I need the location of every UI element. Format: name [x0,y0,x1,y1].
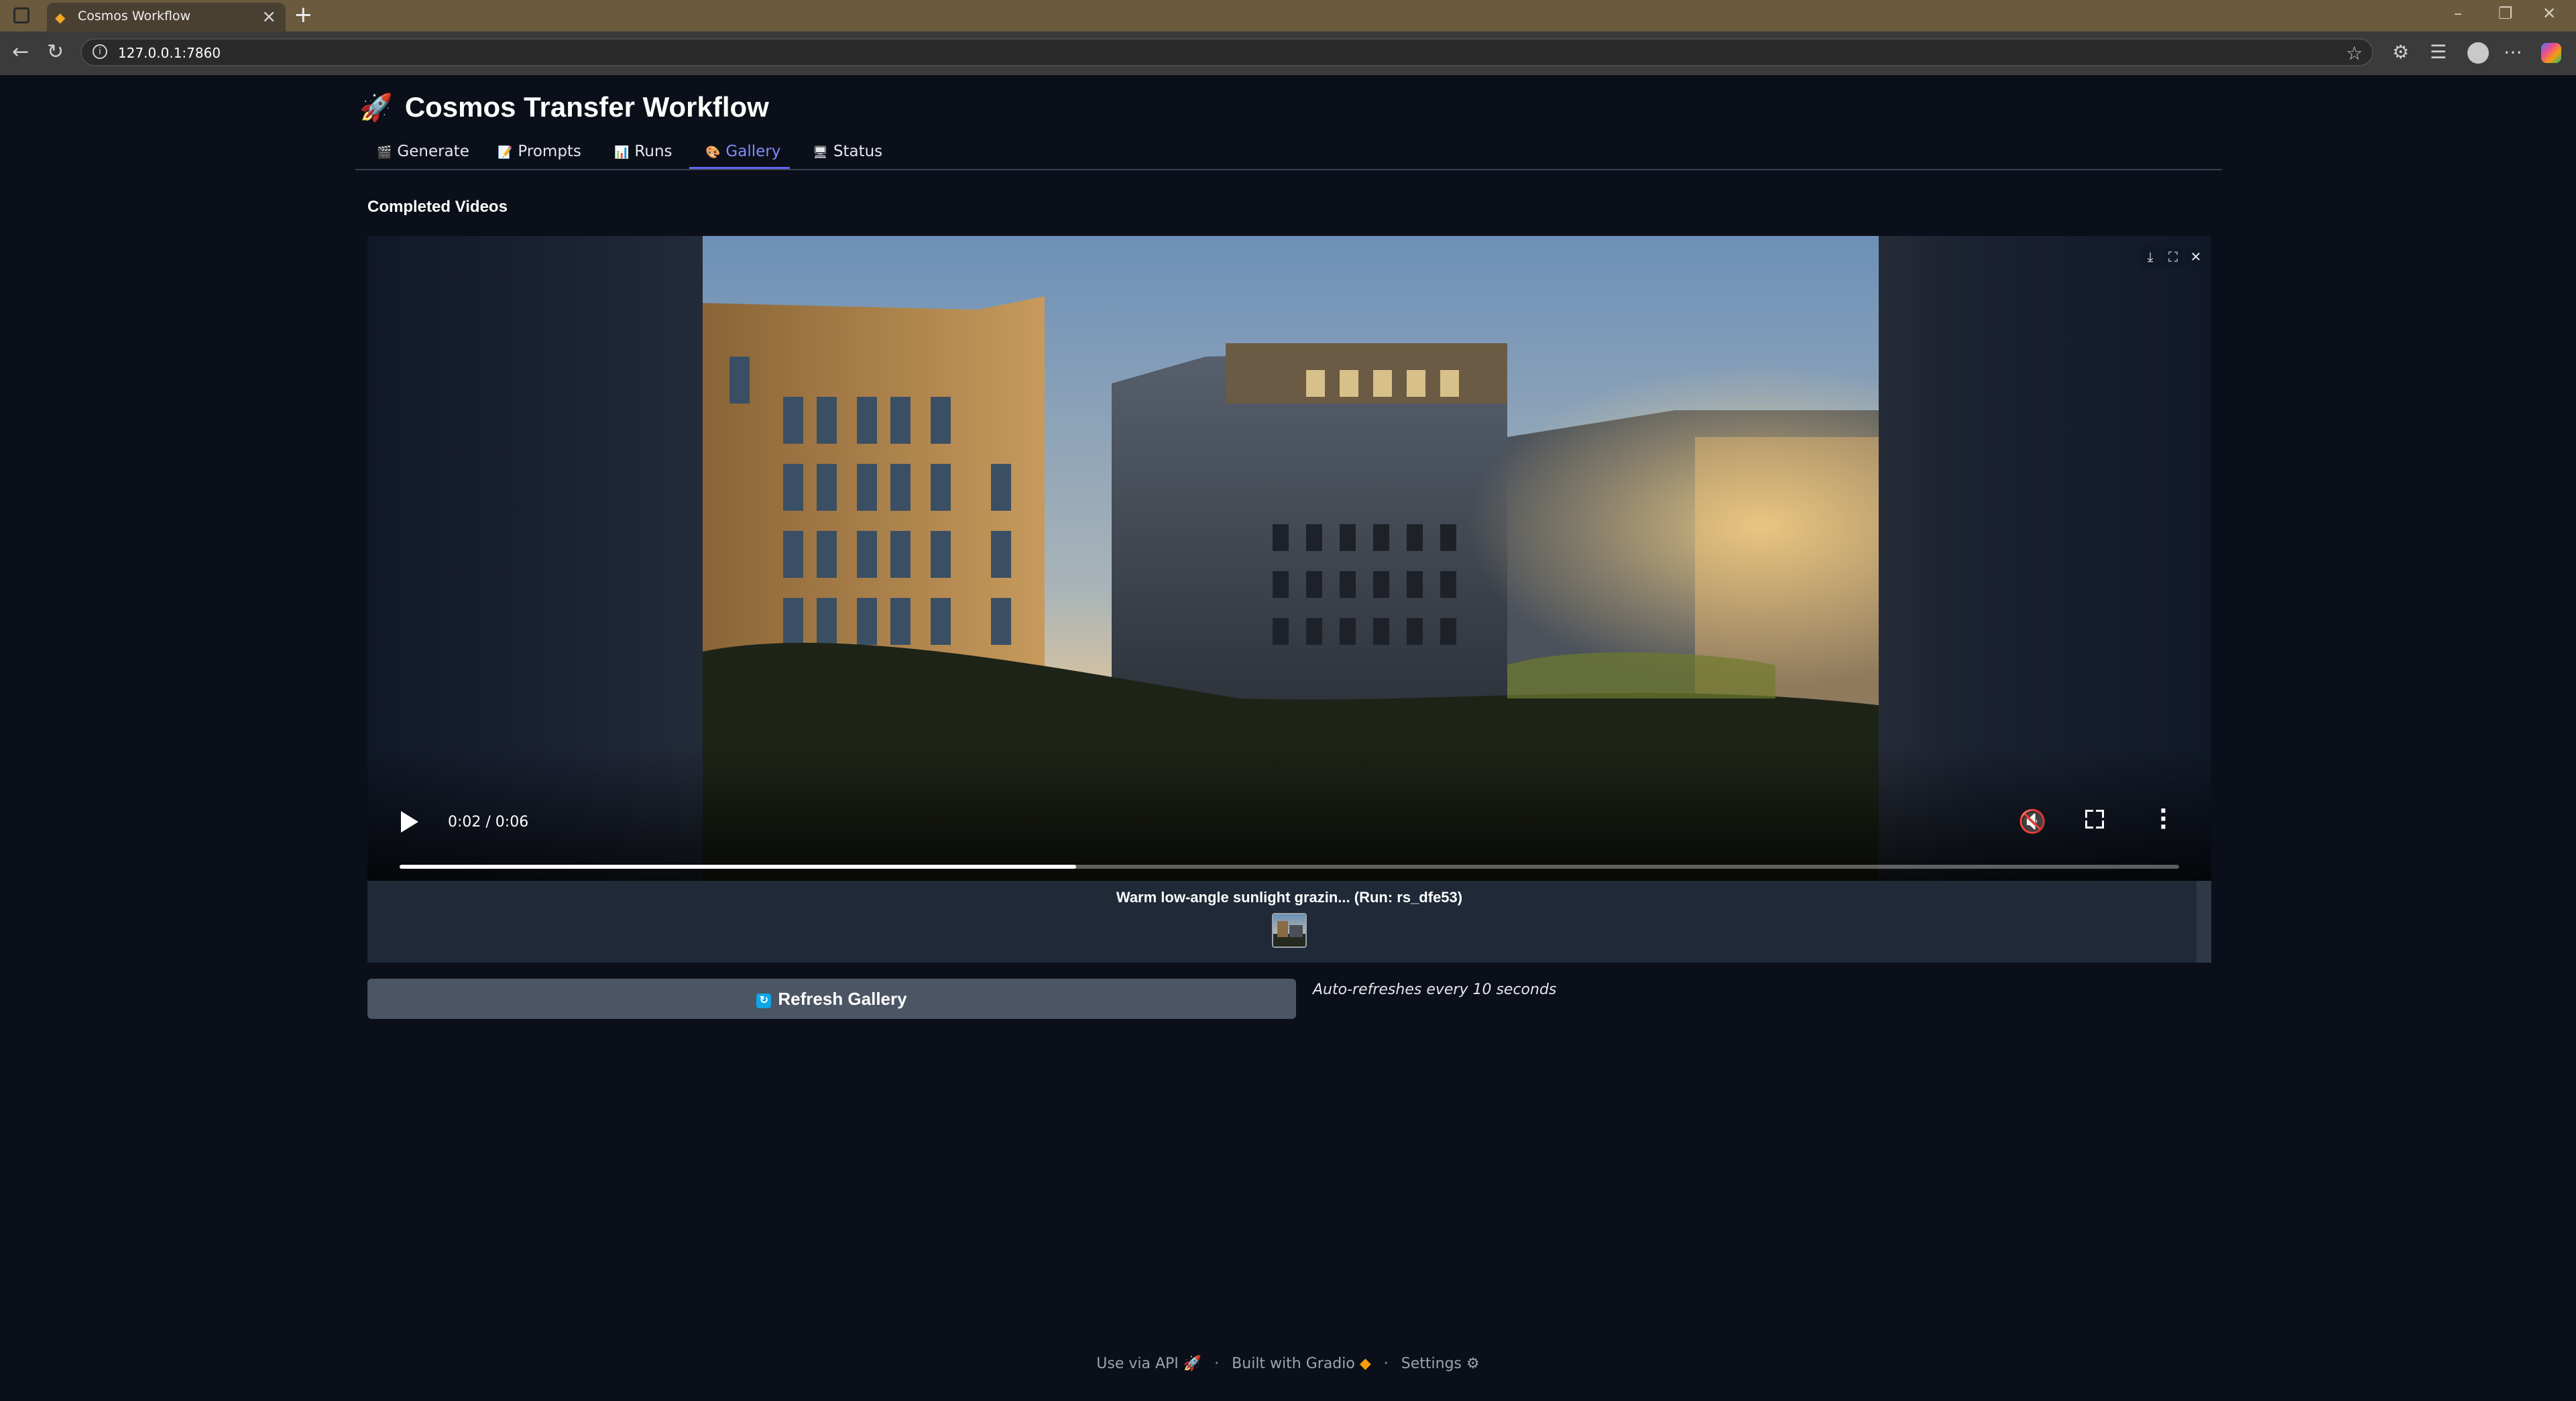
extensions-icon[interactable]: ⚙ [2392,41,2409,63]
clapper-icon: 🎬 [377,145,392,160]
restore-icon[interactable]: ❐ [2498,4,2513,23]
use-via-api-label: Use via API [1096,1355,1179,1372]
browser-tabstrip: ◆ Cosmos Workflow × + – ❐ ✕ [0,0,2576,32]
video-player[interactable]: ⤓ ⛶ ✕ 0:02 / 0:06 🔇 · · · [367,236,2211,881]
tab-label: Generate [397,143,469,160]
auto-refresh-note: Auto-refreshes every 10 seconds [1313,981,1557,998]
controls-gradient [367,747,2211,881]
video-fullscreen-icon[interactable] [2085,810,2104,829]
video-progress-bar[interactable] [400,865,2179,869]
rocket-icon: 🚀 [359,93,393,123]
video-caption: Warm low-angle sunlight grazin... (Run: … [1116,889,1463,906]
tab-label: Prompts [518,143,581,160]
video-time: 0:02 / 0:06 [448,814,529,831]
footer: Use via API 🚀 · Built with Gradio ◆ · Se… [4,1355,2572,1372]
download-icon[interactable]: ⤓ [2140,247,2160,267]
built-with-gradio-label: Built with Gradio [1232,1355,1355,1372]
app-page: 🚀 Cosmos Transfer Workflow 🎬 Generate 📝 Pro… [4,75,2572,1397]
gradio-favicon-icon: ◆ [55,9,66,25]
url-field[interactable]: i 127.0.0.1:7860 ☆ [80,38,2374,66]
favorites-icon[interactable]: ☰ [2430,41,2447,63]
close-icon[interactable]: ✕ [2186,247,2206,267]
close-window-icon[interactable]: ✕ [2542,4,2556,23]
gradio-logo-icon: ◆ [1359,1355,1371,1372]
tab-runs[interactable]: 📊 Runs [614,138,672,169]
page-title: 🚀 Cosmos Transfer Workflow [359,91,769,123]
memo-icon: 📝 [497,145,513,160]
tab-label: Runs [634,143,672,160]
video-thumbnail[interactable] [1272,913,1307,948]
new-tab-icon[interactable]: + [294,1,313,28]
minimize-icon[interactable]: – [2454,4,2462,23]
tab-label: Status [833,143,883,160]
address-bar: ← ↻ i 127.0.0.1:7860 ☆ ⚙ ☰ ⋯ [0,32,2576,75]
tab-gallery[interactable]: 🎨 Gallery [689,138,791,169]
gallery-toolbar: ⤓ ⛶ ✕ [2138,247,2206,267]
tab-bar: 🎬 Generate 📝 Prompts 📊 Runs 🎨 Gallery 🖥 Statu… [355,138,2222,170]
gallery-scrollbar[interactable] [2197,881,2211,963]
refresh-gallery-button[interactable]: ↻ Refresh Gallery [367,979,1296,1019]
close-tab-icon[interactable]: × [261,7,276,27]
footer-separator: · [1214,1355,1220,1372]
settings-link[interactable]: Settings ⚙ [1401,1355,1480,1372]
built-with-gradio-link[interactable]: Built with Gradio ◆ [1232,1355,1371,1372]
profile-avatar[interactable] [2467,42,2489,64]
reload-icon[interactable]: ↻ [47,40,64,64]
video-gallery: ⤓ ⛶ ✕ 0:02 / 0:06 🔇 · · · Warm low-angle sun… [367,236,2211,963]
fullscreen-icon[interactable]: ⛶ [2163,247,2183,267]
copilot-icon[interactable] [2541,43,2561,63]
page-title-text: Cosmos Transfer Workflow [404,91,769,123]
back-icon[interactable]: ← [12,40,29,64]
play-icon[interactable] [401,811,418,833]
refresh-gallery-label: Refresh Gallery [778,989,907,1009]
rocket-icon: 🚀 [1183,1355,1202,1372]
gallery-label: Completed Videos [367,198,508,216]
more-menu-icon[interactable]: ⋯ [2504,41,2522,63]
use-via-api-link[interactable]: Use via API 🚀 [1096,1355,1202,1372]
url-text: 127.0.0.1:7860 [118,45,221,61]
footer-separator: · [1383,1355,1389,1372]
tab-label: Gallery [725,143,781,160]
settings-label: Settings [1401,1355,1462,1372]
video-options-icon[interactable]: · · · [2159,800,2168,839]
bar-chart-icon: 📊 [614,145,630,160]
tab-generate[interactable]: 🎬 Generate [377,138,469,169]
gear-icon: ⚙ [1466,1355,1480,1372]
volume-icon[interactable]: 🔇 [2018,808,2046,835]
tab-prompts[interactable]: 📝 Prompts [497,138,581,169]
favorite-star-icon[interactable]: ☆ [2346,42,2363,64]
refresh-icon: ↻ [756,993,772,1008]
tab-actions-icon[interactable] [13,7,30,23]
video-progress-fill [400,865,1076,869]
palette-icon: 🎨 [705,145,721,160]
tab-status[interactable]: 🖥 Status [813,138,882,169]
browser-tab[interactable]: ◆ Cosmos Workflow × [47,3,286,32]
site-info-icon[interactable]: i [93,44,107,59]
monitor-icon: 🖥 [813,145,828,160]
browser-tab-title: Cosmos Workflow [78,9,191,23]
